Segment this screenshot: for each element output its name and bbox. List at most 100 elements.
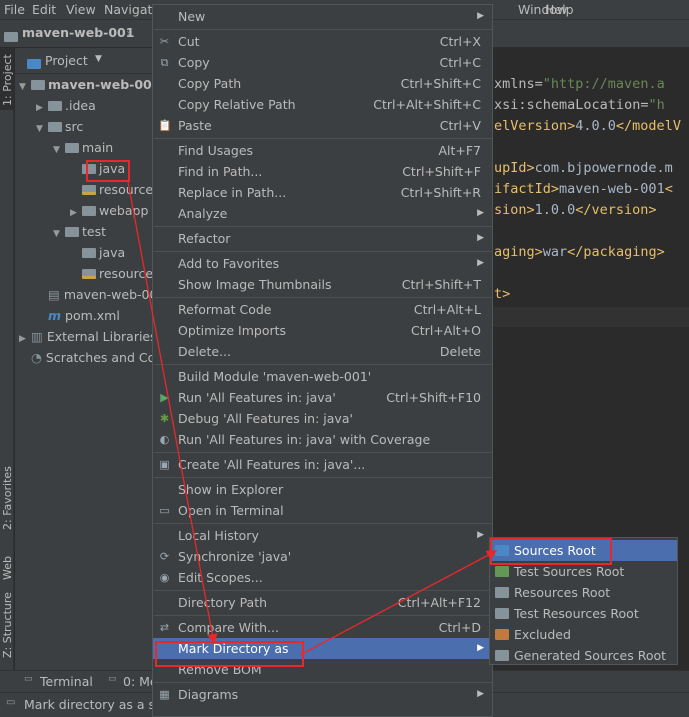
menu-item-directory-path[interactable]: Directory Path Ctrl+Alt+F12 [153, 592, 492, 613]
submenu-arrow-icon: ▶ [477, 233, 484, 243]
tree-item[interactable]: ◔Scratches and Consoles [19, 347, 152, 368]
menu-item-show-image-thumbnails[interactable]: Show Image Thumbnails Ctrl+Shift+T [153, 274, 492, 295]
tree-item-label: java [99, 161, 126, 176]
tree-item[interactable]: resources [70, 179, 152, 200]
menu-item-copy[interactable]: ⧉ Copy Ctrl+C [153, 52, 492, 73]
menu-item-synchronize-java[interactable]: ⟳ Synchronize 'java' [153, 546, 492, 567]
menu-item-replace-in-path[interactable]: Replace in Path... Ctrl+Shift+R [153, 182, 492, 203]
code-line: xmlns="http://maven.a [494, 76, 665, 92]
menu-item-debug-all-features-in-java[interactable]: ✱ Debug 'All Features in: java' [153, 408, 492, 429]
menu-item-shortcut: Ctrl+Alt+Shift+C [373, 97, 481, 112]
menu-item-shortcut: Ctrl+V [439, 118, 481, 133]
menu-item-build-module-maven-web-001[interactable]: Build Module 'maven-web-001' [153, 366, 492, 387]
expand-arrow-icon[interactable]: ▼ [53, 140, 65, 161]
submenu-item-label: Resources Root [514, 585, 611, 600]
tree-item[interactable]: ▼ maven-web-001 [19, 74, 152, 95]
menu-file[interactable]: File [4, 2, 25, 17]
menu-item-diagrams[interactable]: ▦ Diagrams ▶ [153, 684, 492, 705]
tree-item[interactable]: ▶ .idea [36, 95, 96, 116]
menu-item-reformat-code[interactable]: Reformat Code Ctrl+Alt+L [153, 299, 492, 320]
project-panel-title[interactable]: Project [45, 53, 88, 68]
tree-item[interactable]: java [70, 158, 125, 179]
menu-separator [154, 615, 492, 616]
menu-separator [154, 297, 492, 298]
submenu-item-excluded[interactable]: Excluded [490, 624, 677, 645]
menu-item-optimize-imports[interactable]: Optimize Imports Ctrl+Alt+O [153, 320, 492, 341]
menu-item-label: Optimize Imports [178, 323, 287, 338]
menu-separator [154, 590, 492, 591]
breadcrumb-project[interactable]: maven-web-001 [22, 25, 134, 40]
menu-item-run-all-features-in-java[interactable]: ▶ Run 'All Features in: java' Ctrl+Shift+F… [153, 387, 492, 408]
menu-item-run-all-features-in-java-with-coverage[interactable]: ◐ Run 'All Features in: java' with Covera… [153, 429, 492, 450]
tree-item[interactable]: ▶ ▥ External Libraries [19, 326, 152, 347]
menu-item-shortcut: Ctrl+Shift+R [400, 185, 481, 200]
menu-help[interactable]: Help [545, 2, 574, 17]
menu-item-open-in-terminal[interactable]: ▭ Open in Terminal [153, 500, 492, 521]
favorites-tool-tab[interactable]: 2: Favorites [1, 466, 14, 530]
project-tool-tab[interactable]: 1: Project [1, 54, 14, 106]
menu-item-label: Open in Terminal [178, 503, 284, 518]
menu-item-shortcut: Ctrl+Alt+L [413, 302, 481, 317]
tree-item[interactable]: resources [70, 263, 152, 284]
menu-item-label: Synchronize 'java' [178, 549, 292, 564]
tree-item[interactable]: java [70, 242, 125, 263]
menu-item-label: Find in Path... [178, 164, 263, 179]
terminal-tab[interactable]: Terminal [40, 674, 93, 689]
menu-item-label: Show Image Thumbnails [178, 277, 332, 292]
submenu-item-test-resources-root[interactable]: Test Resources Root [490, 603, 677, 624]
menu-item-mark-directory-as[interactable]: Mark Directory as ▶ [153, 638, 492, 659]
submenu-arrow-icon: ▶ [477, 530, 484, 540]
menu-item-cut[interactable]: ✂ Cut Ctrl+X [153, 31, 492, 52]
menu-item-compare-with[interactable]: ⇄ Compare With... Ctrl+D [153, 617, 492, 638]
menu-item-shortcut: Ctrl+Alt+F12 [397, 595, 481, 610]
code-line: ifactId>maven-web-001< [494, 181, 673, 197]
submenu-item-resources-root[interactable]: Resources Root [490, 582, 677, 603]
submenu-item-generated-sources-root[interactable]: Generated Sources Root [490, 645, 677, 666]
menu-item-find-in-path[interactable]: Find in Path... Ctrl+Shift+F [153, 161, 492, 182]
menu-separator [154, 682, 492, 683]
menu-item-new[interactable]: New ▶ [153, 6, 492, 27]
menu-item-paste[interactable]: 📋 Paste Ctrl+V [153, 115, 492, 136]
expand-arrow-icon[interactable]: ▼ [19, 77, 31, 98]
tree-item[interactable]: ▼ src [36, 116, 83, 137]
tree-item-label: pom.xml [65, 308, 120, 323]
menu-item-find-usages[interactable]: Find Usages Alt+F7 [153, 140, 492, 161]
code-line: xsi:schemaLocation="h [494, 97, 665, 113]
menu-item-delete[interactable]: Delete... Delete [153, 341, 492, 362]
expand-arrow-icon[interactable]: ▼ [36, 119, 48, 140]
menu-item-local-history[interactable]: Local History ▶ [153, 525, 492, 546]
tree-item[interactable]: m pom.xml [36, 305, 120, 326]
menu-view[interactable]: View [66, 2, 96, 17]
tree-item[interactable]: ▤maven-web-001.iml [36, 284, 152, 305]
menu-item-shortcut: Ctrl+Alt+O [411, 323, 481, 338]
tree-item[interactable]: ▼ main [53, 137, 113, 158]
menu-item-refactor[interactable]: Refactor ▶ [153, 228, 492, 249]
menu-edit[interactable]: Edit [32, 2, 56, 17]
menu-item-add-to-favorites[interactable]: Add to Favorites ▶ [153, 253, 492, 274]
menu-item-create-all-features-in-java[interactable]: ▣ Create 'All Features in: java'... [153, 454, 492, 475]
project-tree: ▼ maven-web-001 ▶ .idea ▼ src ▼ main java resourc… [15, 74, 152, 670]
structure-tool-tab[interactable]: Z: Structure [1, 592, 14, 658]
tree-item[interactable]: ▼ test [53, 221, 106, 242]
tree-item[interactable]: ▶ webapp [70, 200, 148, 221]
submenu-item-test-sources-root[interactable]: Test Sources Root [490, 561, 677, 582]
menu-item-edit-scopes[interactable]: ◉ Edit Scopes... [153, 567, 492, 588]
folder-icon [48, 101, 62, 111]
menu-item-label: Mark Directory as [178, 641, 289, 656]
submenu-item-sources-root[interactable]: Sources Root [490, 540, 677, 561]
web-tool-tab[interactable]: Web [1, 556, 14, 580]
menu-item-label: Analyze [178, 206, 228, 221]
menu-item-copy-relative-path[interactable]: Copy Relative Path Ctrl+Alt+Shift+C [153, 94, 492, 115]
menu-item-copy-path[interactable]: Copy Path Ctrl+Shift+C [153, 73, 492, 94]
folder-icon [495, 650, 509, 661]
menu-item-label: Copy Relative Path [178, 97, 296, 112]
menu-item-show-in-explorer[interactable]: Show in Explorer [153, 479, 492, 500]
chevron-down-icon[interactable]: ▼ [95, 54, 102, 64]
menu-item-label: Refactor [178, 231, 231, 246]
expand-arrow-icon[interactable]: ▼ [53, 224, 65, 245]
menu-separator [154, 138, 492, 139]
menu-item-remove-bom[interactable]: Remove BOM [153, 659, 492, 680]
menu-item-label: Diagrams [178, 687, 239, 702]
menu-separator [154, 226, 492, 227]
menu-item-analyze[interactable]: Analyze ▶ [153, 203, 492, 224]
